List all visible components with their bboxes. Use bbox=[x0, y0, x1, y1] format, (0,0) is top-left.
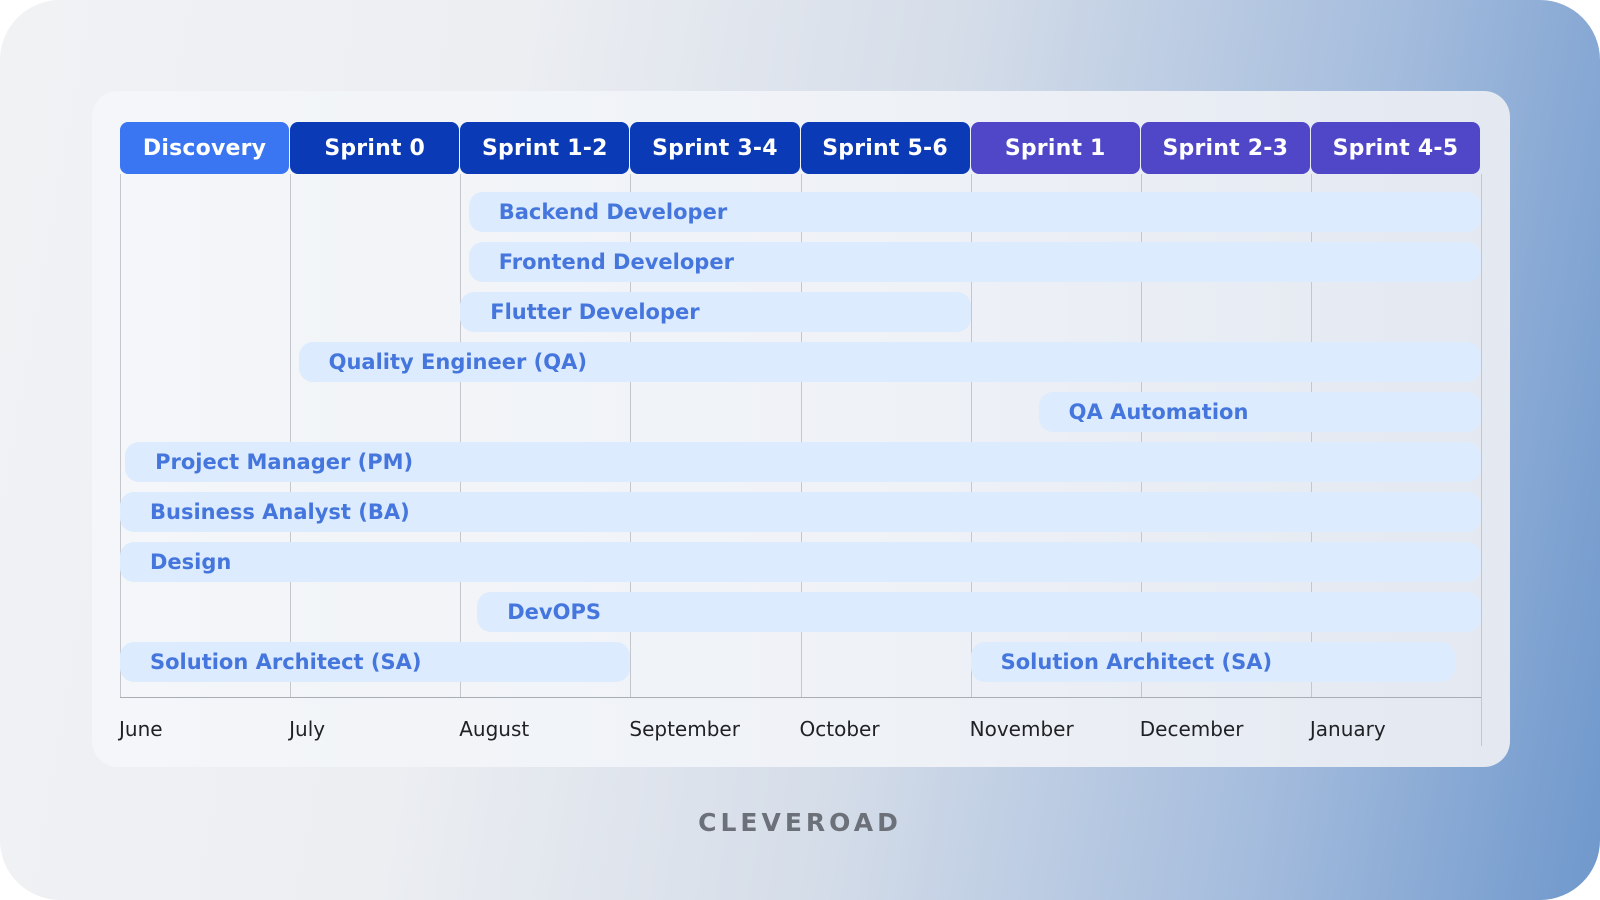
phase-header: Discovery bbox=[120, 122, 290, 174]
phase-header: Sprint 2-3 bbox=[1140, 122, 1310, 174]
task-bar: Frontend Developer bbox=[468, 242, 1481, 282]
month-label: July bbox=[289, 717, 326, 741]
phase-header: Sprint 4-5 bbox=[1310, 122, 1480, 174]
brand-logo: CLEVEROAD bbox=[698, 808, 902, 837]
task-bar: Business Analyst (BA) bbox=[120, 492, 1481, 532]
month-label: September bbox=[629, 717, 740, 741]
task-bar: Backend Developer bbox=[468, 192, 1481, 232]
month-label: October bbox=[799, 717, 880, 741]
x-axis-line bbox=[120, 697, 1481, 698]
phase-header: Sprint 5-6 bbox=[800, 122, 970, 174]
phase-header: Sprint 0 bbox=[290, 122, 460, 174]
task-bar: Quality Engineer (QA) bbox=[298, 342, 1481, 382]
grid-line bbox=[460, 174, 461, 698]
month-label: November bbox=[969, 717, 1074, 741]
task-bar: Solution Architect (SA) bbox=[970, 642, 1456, 682]
task-bar: DevOPS bbox=[477, 592, 1481, 632]
grid-line bbox=[1481, 174, 1482, 746]
month-label: June bbox=[119, 717, 163, 741]
task-bar: Design bbox=[120, 542, 1481, 582]
task-bar: QA Automation bbox=[1038, 392, 1481, 432]
month-label: January bbox=[1309, 717, 1386, 741]
month-label: August bbox=[459, 717, 530, 741]
task-bar: Project Manager (PM) bbox=[125, 442, 1481, 482]
grid-line bbox=[290, 174, 291, 698]
phase-header: Sprint 1-2 bbox=[460, 122, 630, 174]
task-bar: Solution Architect (SA) bbox=[120, 642, 631, 682]
phase-header: Sprint 3-4 bbox=[630, 122, 800, 174]
gantt-chart: Discovery Sprint 0 Sprint 1-2 Sprint 3-4 Spr… bbox=[0, 0, 1600, 900]
task-bar: Flutter Developer bbox=[460, 292, 971, 332]
phase-header: Sprint 1 bbox=[970, 122, 1140, 174]
month-label: December bbox=[1139, 717, 1244, 741]
grid-line bbox=[120, 174, 121, 698]
